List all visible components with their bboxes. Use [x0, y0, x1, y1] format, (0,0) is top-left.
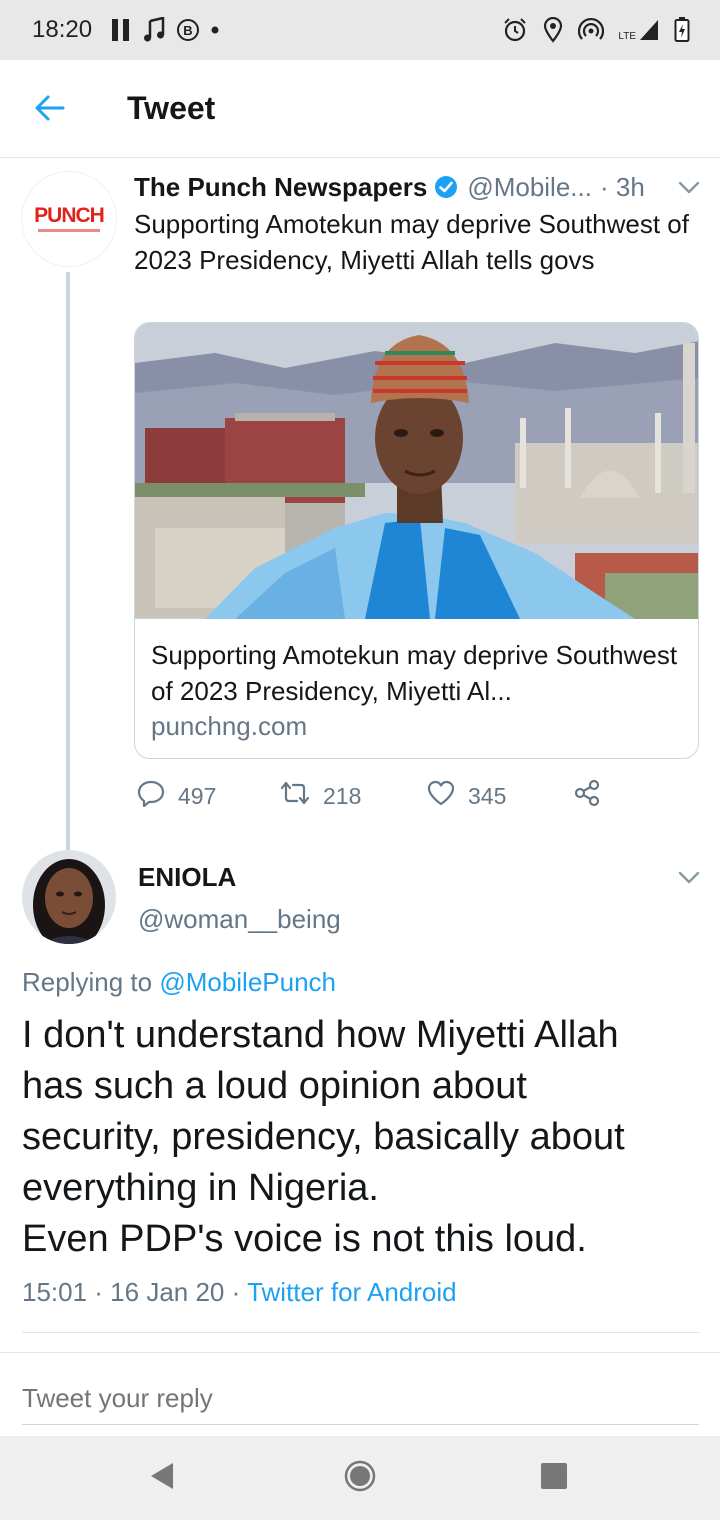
meta-separator: · — [231, 1277, 241, 1307]
eniola-avatar[interactable] — [22, 850, 116, 944]
retweet-button[interactable]: 218 — [279, 776, 361, 816]
status-bar: 18:20 B LTE — [0, 0, 720, 60]
reply-client-link[interactable]: Twitter for Android — [247, 1277, 457, 1307]
svg-text:B: B — [183, 23, 192, 38]
reply-body: I don't understand how Miyetti Allah has… — [22, 1010, 702, 1265]
card-image — [135, 323, 698, 619]
lte-signal-icon: LTE — [618, 18, 660, 42]
like-count: 345 — [468, 782, 507, 809]
punch-logo-tagline — [38, 229, 100, 232]
reply-input-underline — [22, 1424, 699, 1425]
reply-input[interactable] — [22, 1378, 699, 1418]
location-icon — [542, 17, 564, 43]
share-button[interactable] — [572, 776, 602, 816]
hotspot-icon — [578, 17, 605, 43]
square-recents-icon — [539, 1461, 569, 1496]
reply-button[interactable]: 497 — [136, 776, 216, 816]
pause-icon — [110, 17, 132, 43]
status-left-icons: B — [110, 16, 220, 44]
reply-body-line: security, presidency, basically about — [22, 1116, 625, 1158]
nav-recents-button[interactable] — [534, 1458, 574, 1498]
triangle-back-icon — [147, 1460, 177, 1497]
reply-timestamp: 15:01 · 16 Jan 20 — [22, 1277, 225, 1307]
link-card[interactable]: Supporting Amotekun may deprive Southwes… — [134, 322, 699, 759]
back-button[interactable] — [28, 88, 72, 132]
divider — [22, 1332, 699, 1333]
arrow-left-icon — [35, 95, 65, 126]
retweet-count: 218 — [323, 782, 362, 809]
reply-author-name[interactable]: ENIOLA — [138, 862, 236, 893]
reply-menu-chevron-icon[interactable] — [676, 866, 702, 893]
time-separator: · — [599, 171, 609, 202]
nav-home-button[interactable] — [340, 1458, 380, 1498]
thread-line — [66, 272, 70, 852]
replying-prefix: Replying to — [22, 967, 153, 997]
tweet-text: Supporting Amotekun may deprive Southwes… — [134, 209, 689, 275]
divider — [0, 1352, 720, 1353]
app-header: Tweet — [0, 60, 720, 158]
reply-body-line: I don't understand how Miyetti Allah — [22, 1014, 619, 1056]
status-right-icons: LTE — [502, 16, 690, 44]
retweet-icon — [279, 778, 311, 814]
reply-icon — [136, 778, 166, 814]
tweet-time-value: 3h — [615, 171, 645, 202]
verified-badge-icon — [433, 174, 459, 200]
tweet-header: The Punch Newspapers @Mobile... · 3h — [134, 170, 654, 204]
system-nav-bar — [0, 1436, 720, 1520]
replying-to: Replying to @MobilePunch — [22, 967, 336, 998]
tweet-author-handle[interactable]: @Mobile... — [467, 172, 592, 203]
b-badge-icon: B — [176, 18, 200, 42]
card-title: Supporting Amotekun may deprive Southwes… — [151, 640, 678, 706]
punch-avatar[interactable]: PUNCH — [22, 172, 116, 266]
heart-icon — [426, 778, 456, 814]
share-icon — [572, 778, 602, 814]
reply-body-line: has such a loud opinion about — [22, 1065, 527, 1107]
tweet-actions: 497 218 345 — [136, 776, 616, 816]
tweet-time: · 3h — [600, 172, 645, 203]
music-note-icon — [142, 17, 166, 43]
status-time: 18:20 — [32, 16, 93, 43]
lte-label: LTE — [618, 31, 636, 42]
reply-author-handle[interactable]: @woman__being — [138, 904, 341, 935]
reply-body-line: everything in Nigeria. — [22, 1167, 379, 1209]
tweet-author-name[interactable]: The Punch Newspapers — [134, 172, 427, 203]
dot-icon — [210, 25, 220, 35]
page-title: Tweet — [127, 90, 216, 126]
replying-mention-link[interactable]: @MobilePunch — [159, 967, 336, 997]
reply-count: 497 — [178, 782, 217, 809]
tweet-menu-chevron-icon[interactable] — [676, 176, 702, 203]
like-button[interactable]: 345 — [426, 776, 506, 816]
reply-body-line: Even PDP's voice is not this loud. — [22, 1218, 587, 1260]
punch-logo-text: PUNCH — [34, 204, 105, 227]
card-domain: punchng.com — [151, 711, 308, 741]
alarm-icon — [502, 17, 528, 43]
battery-icon — [674, 17, 690, 43]
nav-back-button[interactable] — [142, 1458, 182, 1498]
reply-meta: 15:01 · 16 Jan 20 · Twitter for Android — [22, 1277, 457, 1308]
circle-home-icon — [343, 1459, 377, 1498]
